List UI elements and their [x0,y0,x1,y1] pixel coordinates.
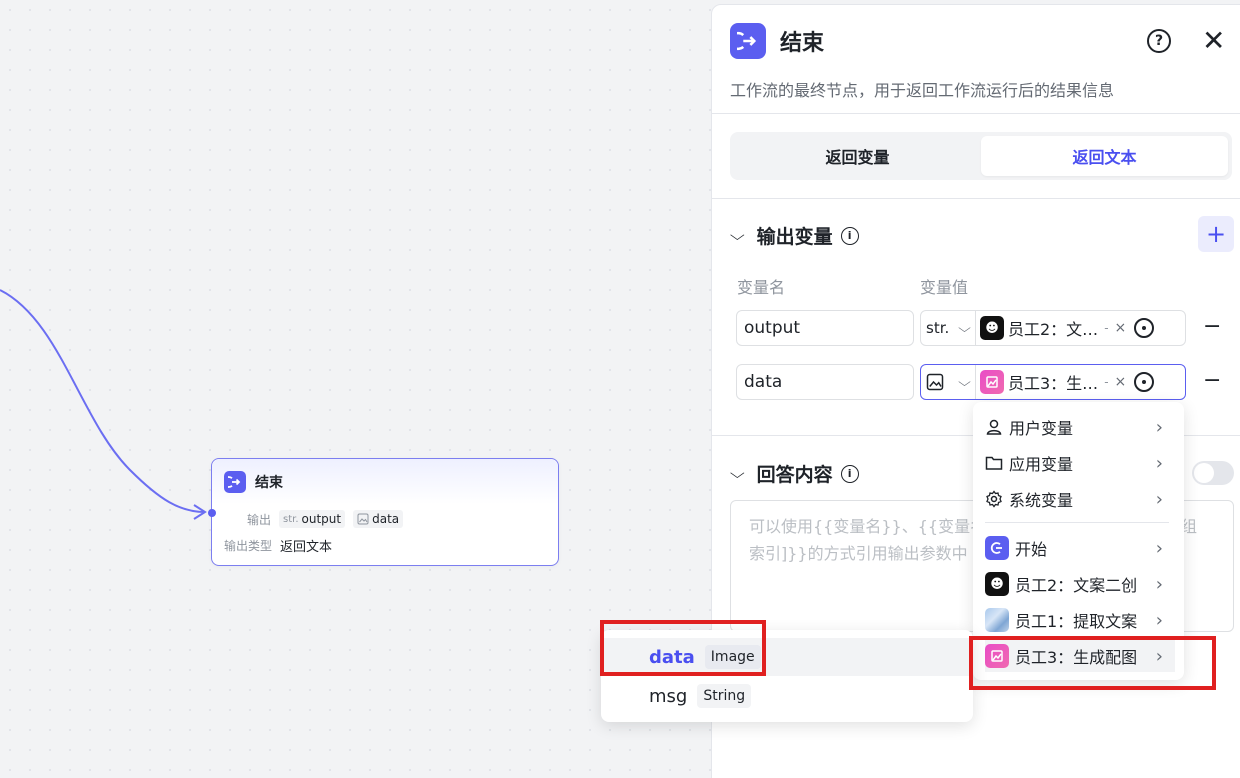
node-output-chip: str. output [279,510,346,528]
chevron-down-icon: ⌵ [958,320,971,335]
variable-reference[interactable]: 员工3：生… - × [976,365,1185,399]
end-node-icon [224,470,246,493]
end-node[interactable]: 结束 输出 str. output data 输出类型 返回文本 [208,458,559,566]
clear-reference-icon[interactable]: × [1115,320,1127,336]
reference-tag: 员工3：生… - × [980,368,1126,396]
node-output-label: 输出 [247,512,272,527]
end-node-icon [730,23,766,59]
node-type-label: 输出类型 [224,538,273,553]
output-section-header[interactable]: ⌵ 输出变量 i [730,222,859,249]
gear-icon [986,490,1002,508]
variable-value-field: str. ⌵ ☻ 员工2：文… - × [920,310,1186,346]
image-type-icon [926,373,944,391]
panel-title: 结束 [780,31,825,56]
node-type-row: 输出类型 返回文本 [212,534,558,556]
submenu-item-type: String [697,684,752,708]
remove-variable-button[interactable]: − [1203,368,1221,393]
node-output-row: 输出 str. output data [212,508,558,530]
chip-label: data [372,512,400,526]
reference-label: 员工2：文… [1008,320,1099,339]
chevron-right-icon: › [1155,452,1163,474]
menu-item-start[interactable]: 开始 › [985,532,1175,564]
chip-label: output [301,512,342,526]
agent-photo-icon [985,608,1009,632]
menu-item-app-variables[interactable]: 应用变量 › [985,447,1175,479]
column-header-name: 变量名 [737,278,786,297]
remove-variable-button[interactable]: − [1203,314,1221,339]
node-output-chip: data [353,510,404,528]
menu-item-system-variables[interactable]: 系统变量 › [985,483,1175,515]
answer-section-title: 回答内容 [756,464,833,486]
chevron-right-icon: › [1155,573,1163,595]
reference-label: 员工3：生… [1008,374,1099,393]
highlight-box [600,620,766,676]
help-icon[interactable]: ? [1147,29,1171,53]
output-section-title: 输出变量 [756,226,833,248]
start-node-icon [985,536,1009,560]
chevron-right-icon: › [1155,537,1163,559]
info-icon[interactable]: i [840,226,859,245]
menu-item-user-variables[interactable]: 用户变量 › [985,411,1175,443]
type-select[interactable]: str. ⌵ [921,311,976,345]
user-icon [986,419,1002,435]
chevron-right-icon: › [1155,609,1163,631]
menu-item-employee-1[interactable]: 员工1：提取文案 › [985,604,1175,636]
submenu-item-msg[interactable]: msg String [601,677,973,715]
node-title: 结束 [255,474,283,491]
divider [712,113,1240,114]
chevron-right-icon: › [1155,416,1163,438]
answer-section-header[interactable]: ⌵ 回答内容 i [730,460,859,487]
folder-icon [985,456,1003,470]
agent-black-icon: ☻ [985,572,1009,596]
clear-reference-icon[interactable]: × [1115,374,1127,390]
variable-value-field: ⌵ 员工3：生… - × [920,364,1186,400]
panel-description: 工作流的最终节点，用于返回工作流运行后的结果信息 [730,81,1115,100]
tab-return-variables[interactable]: 返回变量 [734,136,981,176]
close-icon[interactable]: ✕ [1202,25,1225,57]
submenu-item-name: msg [649,685,688,707]
menu-divider [985,522,1169,523]
divider [712,198,1240,199]
node-header: 结束 [212,459,558,504]
target-icon[interactable] [1134,318,1155,338]
agent-avatar-icon: ☻ [980,316,1004,340]
reference-separator: - [1104,321,1109,335]
column-header-value: 变量值 [920,278,969,297]
reference-tag: ☻ 员工2：文… - × [980,314,1126,342]
variable-name-input[interactable]: data [736,364,914,400]
menu-item-employee-2[interactable]: ☻ 员工2：文案二创 › [985,568,1175,600]
panel-header: 结束 [730,23,824,59]
image-type-icon [357,513,369,525]
node-type-value: 返回文本 [280,539,333,555]
agent-avatar-icon [980,370,1004,394]
info-icon[interactable]: i [840,464,859,483]
highlight-box [969,636,1216,690]
add-variable-button[interactable]: + [1198,216,1234,252]
target-icon[interactable] [1134,372,1155,392]
return-mode-tabs: 返回变量 返回文本 [730,132,1232,180]
type-select[interactable]: ⌵ [921,365,976,399]
chevron-down-icon: ⌵ [958,374,971,389]
tab-return-text[interactable]: 返回文本 [981,136,1228,176]
chevron-down-icon[interactable]: ⌵ [730,228,745,244]
variable-name-input[interactable]: output [736,310,914,346]
type-select-value: str. [926,319,950,337]
chevron-right-icon: › [1155,488,1163,510]
node-input-port[interactable] [208,509,216,517]
chevron-down-icon[interactable]: ⌵ [730,466,745,482]
variable-reference[interactable]: ☻ 员工2：文… - × [976,311,1185,345]
string-type-icon: str. [283,513,299,525]
streaming-toggle[interactable] [1192,461,1234,485]
reference-separator: - [1104,375,1109,389]
